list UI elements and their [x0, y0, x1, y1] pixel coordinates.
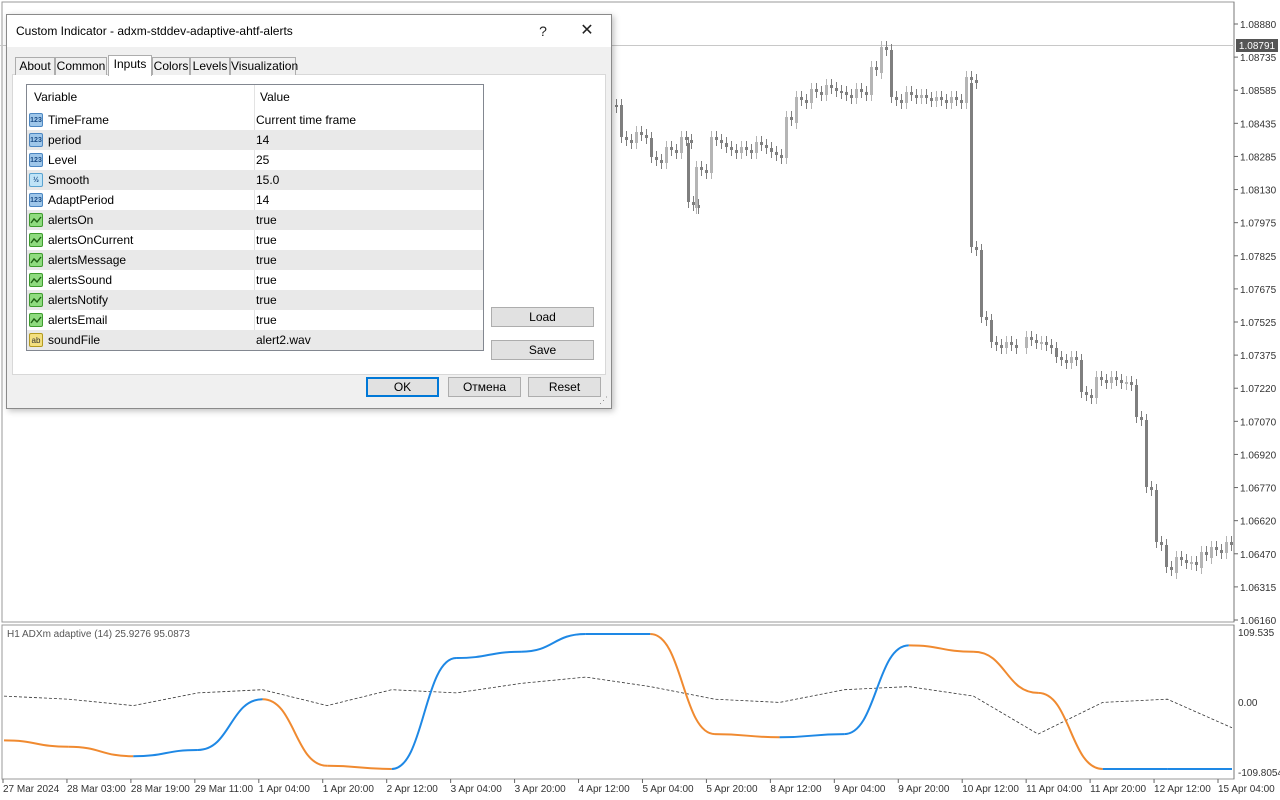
- time-tick-label: 1 Apr 20:00: [323, 784, 375, 795]
- variable-name: period: [48, 133, 82, 147]
- variable-name: soundFile: [48, 333, 101, 347]
- dialog-title: Custom Indicator - adxm-stddev-adaptive-…: [16, 24, 293, 38]
- time-tick-label: 15 Apr 04:00: [1218, 784, 1275, 795]
- inputs-grid: Variable Value 123 TimeFrame Current time …: [26, 84, 484, 351]
- variable-value[interactable]: 25: [256, 150, 269, 170]
- close-icon[interactable]: ✕: [565, 15, 609, 47]
- save-button[interactable]: Save: [491, 340, 594, 360]
- variable-value[interactable]: true: [256, 290, 277, 310]
- time-axis: 27 Mar 2024 28 Mar 03:00 28 Mar 19:00 29 Ma…: [2, 779, 1275, 795]
- variable-value[interactable]: true: [256, 310, 277, 330]
- variable-name: Smooth: [48, 173, 90, 187]
- variable-value[interactable]: 15.0: [256, 170, 279, 190]
- input-row-adaptperiod[interactable]: 123 AdaptPeriod 14: [27, 190, 483, 210]
- time-tick-label: 11 Apr 20:00: [1090, 784, 1146, 795]
- ind-axis-zero: 0.00: [1238, 698, 1258, 709]
- time-tick-label: 1 Apr 04:00: [259, 784, 311, 795]
- time-tick-label: 12 Apr 12:00: [1154, 784, 1211, 795]
- variable-value[interactable]: 14: [256, 130, 269, 150]
- time-tick-label: 2 Apr 12:00: [387, 784, 439, 795]
- input-row-period[interactable]: 123 period 14: [27, 130, 483, 150]
- tab-inputs[interactable]: Inputs: [108, 55, 152, 76]
- dialog-titlebar[interactable]: Custom Indicator - adxm-stddev-adaptive-…: [7, 15, 611, 47]
- time-tick-label: 8 Apr 12:00: [770, 784, 822, 795]
- time-tick-label: 28 Mar 03:00: [67, 784, 126, 795]
- inputs-tab-panel: Variable Value 123 TimeFrame Current time …: [12, 74, 606, 375]
- variable-value[interactable]: Current time frame: [256, 110, 356, 130]
- column-header-value[interactable]: Value: [260, 85, 290, 110]
- variable-name: alertsMessage: [48, 253, 127, 267]
- variable-name: AdaptPeriod: [48, 193, 115, 207]
- time-tick-label: 10 Apr 12:00: [962, 784, 1019, 795]
- input-row-soundfile[interactable]: ab soundFile alert2.wav: [27, 330, 483, 350]
- cancel-button[interactable]: Отмена: [448, 377, 521, 397]
- input-row-timeframe[interactable]: 123 TimeFrame Current time frame: [27, 110, 483, 130]
- ok-button[interactable]: OK: [366, 377, 439, 397]
- int-type-icon: 123: [29, 113, 43, 127]
- variable-name: TimeFrame: [48, 113, 109, 127]
- variable-value[interactable]: true: [256, 250, 277, 270]
- time-tick-label: 5 Apr 20:00: [706, 784, 758, 795]
- string-type-icon: ab: [29, 333, 43, 347]
- variable-name: alertsOnCurrent: [48, 233, 134, 247]
- time-tick-label: 3 Apr 20:00: [515, 784, 567, 795]
- variable-name: alertsSound: [48, 273, 113, 287]
- double-type-icon: ½: [29, 173, 43, 187]
- variable-name: alertsEmail: [48, 313, 108, 327]
- indicator-label: H1 ADXm adaptive (14) 25.9276 95.0873: [7, 629, 190, 640]
- input-row-alertssound[interactable]: alertsSound true: [27, 270, 483, 290]
- time-tick-label: 27 Mar 2024: [3, 784, 60, 795]
- bool-type-icon: [29, 253, 43, 267]
- time-tick-label: 29 Mar 11:00: [195, 784, 254, 795]
- variable-value[interactable]: true: [256, 210, 277, 230]
- ind-axis-bottom: -109.8054: [1238, 768, 1280, 779]
- tab-colors[interactable]: Colors: [152, 57, 190, 75]
- time-tick-label: 9 Apr 04:00: [834, 784, 886, 795]
- int-type-icon: 123: [29, 153, 43, 167]
- ind-axis-top: 109.535: [1238, 628, 1275, 639]
- int-type-icon: 123: [29, 133, 43, 147]
- tab-common[interactable]: Common: [55, 57, 107, 75]
- tab-visualization[interactable]: Visualization: [230, 57, 298, 75]
- variable-name: alertsOn: [48, 213, 94, 227]
- variable-value[interactable]: true: [256, 270, 277, 290]
- tab-about[interactable]: About: [15, 57, 55, 75]
- input-row-level[interactable]: 123 Level 25: [27, 150, 483, 170]
- time-tick-label: 11 Apr 04:00: [1026, 784, 1082, 795]
- input-row-smooth[interactable]: ½ Smooth 15.0: [27, 170, 483, 190]
- tab-levels[interactable]: Levels: [190, 57, 230, 75]
- variable-value[interactable]: alert2.wav: [256, 330, 311, 350]
- bool-type-icon: [29, 213, 43, 227]
- input-row-alertsoncurrent[interactable]: alertsOnCurrent true: [27, 230, 483, 250]
- help-button[interactable]: ?: [521, 15, 565, 47]
- bool-type-icon: [29, 313, 43, 327]
- variable-name: Level: [48, 153, 77, 167]
- bool-type-icon: [29, 293, 43, 307]
- input-row-alertson[interactable]: alertsOn true: [27, 210, 483, 230]
- int-type-icon: 123: [29, 193, 43, 207]
- variable-name: alertsNotify: [48, 293, 109, 307]
- bool-type-icon: [29, 233, 43, 247]
- load-button[interactable]: Load: [491, 307, 594, 327]
- time-tick-label: 3 Apr 04:00: [451, 784, 503, 795]
- variable-value[interactable]: true: [256, 230, 277, 250]
- custom-indicator-dialog: Custom Indicator - adxm-stddev-adaptive-…: [6, 14, 612, 409]
- time-tick-label: 4 Apr 12:00: [579, 784, 631, 795]
- time-tick-label: 9 Apr 20:00: [898, 784, 950, 795]
- column-header-variable[interactable]: Variable: [34, 85, 77, 110]
- input-row-alertsnotify[interactable]: alertsNotify true: [27, 290, 483, 310]
- input-row-alertsemail[interactable]: alertsEmail true: [27, 310, 483, 330]
- time-tick-label: 28 Mar 19:00: [131, 784, 190, 795]
- resize-grip-icon[interactable]: ⋰: [599, 395, 608, 406]
- variable-value[interactable]: 14: [256, 190, 269, 210]
- time-tick-label: 5 Apr 04:00: [642, 784, 694, 795]
- reset-button[interactable]: Reset: [528, 377, 601, 397]
- input-row-alertsmessage[interactable]: alertsMessage true: [27, 250, 483, 270]
- bool-type-icon: [29, 273, 43, 287]
